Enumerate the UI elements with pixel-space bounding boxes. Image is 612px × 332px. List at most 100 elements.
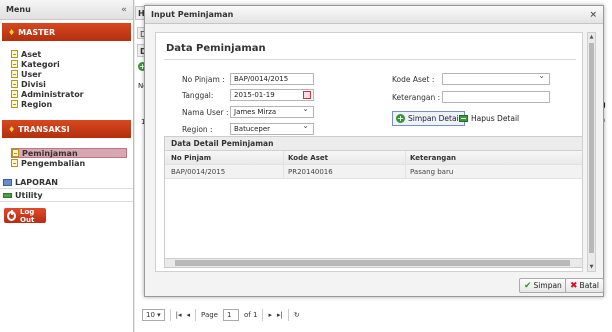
tanggal-value: 2015-01-19 <box>234 91 275 99</box>
sidebar-item-label: Administrator <box>21 89 84 99</box>
save-button[interactable]: ✔ Simpan <box>519 278 567 293</box>
input-peminjaman-dialog: Input Peminjaman × Data Peminjaman No Pi… <box>144 5 604 297</box>
separator <box>287 309 289 321</box>
transaksi-items: Peminjaman Pengembalian <box>0 138 133 176</box>
column-header-keterangan[interactable]: Keterangan <box>405 151 582 164</box>
simpan-detail-label: Simpan Detail <box>408 114 461 123</box>
region-select[interactable]: Batuceper <box>230 121 314 135</box>
tanggal-label: Tanggal: <box>182 91 214 100</box>
horizontal-scrollbar[interactable] <box>165 258 582 267</box>
nama-user-label: Nama User : <box>182 108 229 117</box>
section-utility-label: Utility <box>15 190 43 200</box>
sidebar-item-peminjaman[interactable]: Peminjaman <box>11 148 127 158</box>
sidebar: Menu « ♦ MASTER Aset Kategori User Divis… <box>0 0 134 332</box>
section-laporan-label: LAPORAN <box>15 177 58 187</box>
grid-header-row: No Pinjam Kode Aset Keterangan <box>165 151 582 165</box>
sidebar-item-label: Aset <box>21 49 42 59</box>
detail-grid: Data Detail Peminjaman No Pinjam Kode As… <box>164 136 582 268</box>
logout-button[interactable]: Log Out <box>4 208 46 224</box>
next-page-icon[interactable]: ▸ <box>268 311 272 319</box>
no-pinjam-label: No Pinjam : <box>182 75 225 84</box>
simpan-detail-button[interactable]: + Simpan Detail <box>392 111 465 126</box>
check-icon: ✔ <box>524 280 532 291</box>
master-items: Aset Kategori User Divisi Administrator … <box>0 41 133 117</box>
no-pinjam-input[interactable]: BAP/0014/2015 <box>230 73 314 85</box>
document-icon <box>12 149 19 157</box>
sidebar-item-label: User <box>21 69 42 79</box>
document-icon <box>11 80 18 88</box>
section-utility[interactable]: Utility <box>0 189 133 202</box>
document-icon <box>11 70 18 78</box>
section-master-label: MASTER <box>18 27 56 37</box>
calendar-icon[interactable] <box>303 91 311 99</box>
sidebar-title: Menu <box>6 5 31 14</box>
refresh-icon[interactable]: ↻ <box>294 311 300 319</box>
sidebar-item-label: Divisi <box>21 79 46 89</box>
grid-title: Data Detail Peminjaman <box>165 137 582 151</box>
separator <box>169 309 171 321</box>
cancel-label: Batal <box>579 281 599 290</box>
vertical-scrollbar[interactable]: ▲ ▼ <box>587 32 596 272</box>
separator <box>195 309 197 321</box>
sidebar-item-label: Kategori <box>21 59 60 69</box>
cell-no-pinjam: BAP/0014/2015 <box>171 167 226 176</box>
sidebar-item-divisi[interactable]: Divisi <box>11 79 133 89</box>
bulb-icon: ♦ <box>8 124 16 134</box>
column-header-no-pinjam[interactable]: No Pinjam <box>165 151 283 164</box>
document-icon <box>11 50 18 58</box>
power-icon <box>7 209 17 221</box>
region-label: Region : <box>182 125 213 134</box>
section-transaksi-label: TRANSAKSI <box>18 124 70 134</box>
sidebar-item-administrator[interactable]: Administrator <box>11 89 133 99</box>
prev-page-icon[interactable]: ◂ <box>187 311 191 319</box>
table-row[interactable]: BAP/0014/2015 PR20140016 Pasang baru <box>165 165 582 179</box>
section-laporan[interactable]: LAPORAN <box>0 176 133 189</box>
page-of-label: of 1 <box>244 311 258 319</box>
sidebar-item-label: Peminjaman <box>22 148 78 158</box>
dialog-titlebar: Input Peminjaman × <box>145 6 603 24</box>
sidebar-item-label: Region <box>21 99 53 109</box>
close-icon[interactable]: × <box>589 10 597 20</box>
keterangan-label: Keterangan : <box>392 93 441 102</box>
last-page-icon[interactable]: ▸| <box>277 311 283 319</box>
document-icon <box>11 90 18 98</box>
cancel-icon: ✖ <box>570 280 578 291</box>
cell-kode-aset: PR20140016 <box>283 165 405 178</box>
cell-keterangan: Pasang baru <box>405 165 582 178</box>
sidebar-item-user[interactable]: User <box>11 69 133 79</box>
divider <box>164 59 576 60</box>
section-title: Data Peminjaman <box>166 43 266 54</box>
cancel-button[interactable]: ✖ Batal <box>565 278 604 293</box>
scrollbar-thumb[interactable] <box>175 260 570 266</box>
hapus-detail-label: Hapus Detail <box>471 114 520 123</box>
collapse-icon[interactable]: « <box>121 5 127 15</box>
pagination-toolbar: 10 ▾ |◂ ◂ Page 1 of 1 ▸ ▸| ↻ <box>142 305 612 325</box>
tanggal-input[interactable]: 2015-01-19 <box>230 89 314 101</box>
column-header-kode-aset[interactable]: Kode Aset <box>283 151 405 164</box>
sidebar-item-aset[interactable]: Aset <box>11 49 133 59</box>
document-icon <box>11 100 18 108</box>
page-size-select[interactable]: 10 ▾ <box>142 309 165 321</box>
section-master[interactable]: ♦ MASTER <box>2 23 131 41</box>
document-icon <box>11 159 18 167</box>
kode-aset-select[interactable] <box>442 71 550 85</box>
hapus-detail-button[interactable]: Hapus Detail <box>456 111 522 126</box>
add-icon: + <box>396 114 405 123</box>
kode-aset-label: Kode Aset : <box>392 75 435 84</box>
sidebar-item-region[interactable]: Region <box>11 99 133 109</box>
report-icon <box>3 178 12 186</box>
page-number-input[interactable]: 1 <box>223 309 239 321</box>
nama-user-select[interactable]: James Mirza <box>230 104 314 118</box>
sidebar-item-kategori[interactable]: Kategori <box>11 59 133 69</box>
first-page-icon[interactable]: |◂ <box>176 311 182 319</box>
remove-icon <box>459 115 468 122</box>
save-label: Simpan <box>533 281 562 290</box>
sidebar-item-pengembalian[interactable]: Pengembalian <box>11 158 133 168</box>
document-icon <box>11 60 18 68</box>
scrollbar-thumb[interactable] <box>589 43 594 253</box>
section-transaksi[interactable]: ♦ TRANSAKSI <box>2 120 131 138</box>
sidebar-header: Menu « <box>0 0 133 20</box>
keterangan-input[interactable] <box>442 91 550 103</box>
scroll-down-icon[interactable]: ▼ <box>588 263 595 271</box>
scroll-up-icon[interactable]: ▲ <box>588 33 595 41</box>
